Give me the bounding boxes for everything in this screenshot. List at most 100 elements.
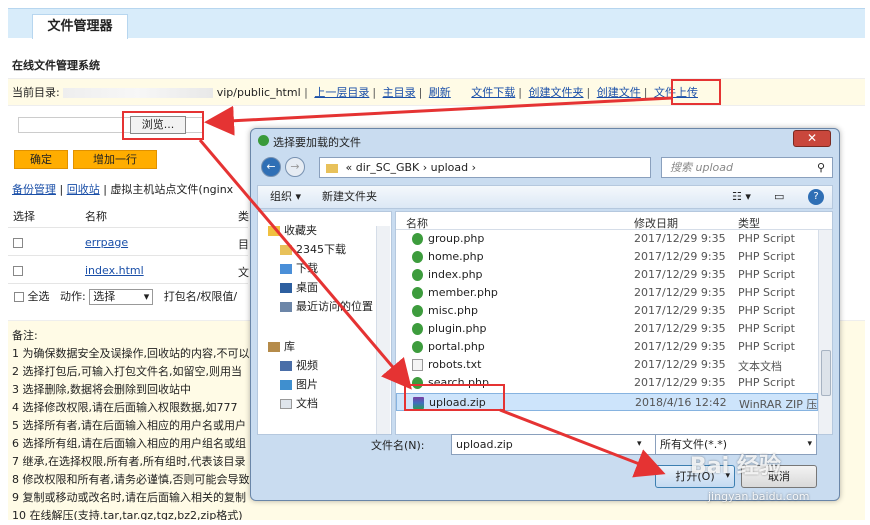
link-parent-dir[interactable]: 上一层目录: [314, 86, 369, 99]
link-create-file[interactable]: 创建文件: [597, 86, 641, 99]
nav-favorites[interactable]: 收藏夹: [268, 222, 317, 238]
nav-libraries[interactable]: 库: [268, 338, 295, 354]
file-list-header: 名称 修改日期 类型: [396, 212, 832, 231]
file-row[interactable]: group.php 2017/12/29 9:35 PHP Script: [396, 230, 818, 248]
php-file-icon: [412, 287, 423, 299]
table-row: index.html 文: [8, 256, 249, 284]
link-create-folder[interactable]: 创建文件夹: [529, 86, 584, 99]
address-bar[interactable]: « dir_SC_GBK › upload ›: [319, 157, 651, 178]
navigation-pane: 收藏夹 2345下载 下载 桌面 最近访问的位置 库 视频 图片 文档: [257, 211, 392, 435]
highlight-upload-link: [671, 79, 721, 105]
file-row[interactable]: misc.php 2017/12/29 9:35 PHP Script: [396, 302, 818, 320]
row-type: 文: [238, 266, 249, 279]
preview-pane-icon[interactable]: ▭: [774, 186, 784, 208]
folder-icon: [280, 264, 292, 274]
star-icon: [268, 226, 280, 236]
search-input[interactable]: 搜索 upload: [661, 157, 833, 178]
col-date[interactable]: 修改日期: [634, 215, 678, 231]
note-line: 10 在线解压(支持.tar,tar.gz,tgz,bz2,zip格式): [12, 509, 243, 520]
dialog-toolbar: 组织 ▾ 新建文件夹 ☷ ▾ ▭ ?: [257, 185, 833, 209]
row-checkbox[interactable]: [13, 238, 23, 248]
folder-icon: [280, 245, 292, 255]
desktop-icon: [280, 283, 292, 293]
file-row[interactable]: plugin.php 2017/12/29 9:35 PHP Script: [396, 320, 818, 338]
organize-button[interactable]: 组织 ▾: [270, 190, 301, 203]
php-file-icon: [412, 233, 423, 245]
file-open-dialog: 选择要加载的文件 ✕ ← → « dir_SC_GBK › upload › 搜…: [250, 128, 840, 501]
blurred-path: [63, 88, 214, 98]
nav-downloads[interactable]: 下载: [280, 260, 318, 276]
link-file-download[interactable]: 文件下载: [471, 86, 515, 99]
file-table: 选择 名称 类 errpage 目 index.html 文: [8, 200, 249, 284]
php-file-icon: [412, 269, 423, 281]
section-title: 在线文件管理系统: [12, 59, 100, 72]
search-icon: ⚲: [817, 161, 826, 174]
back-arrow-icon[interactable]: ←: [261, 157, 281, 177]
row-name-link[interactable]: index.html: [85, 264, 144, 277]
picture-icon: [280, 380, 292, 390]
action-bar: 全选 动作: 选择 ▾ 打包名/权限值/: [14, 288, 237, 305]
col-header-select: 选择: [13, 210, 35, 223]
file-list-scrollbar[interactable]: [818, 230, 832, 434]
recent-icon: [280, 302, 292, 312]
link-refresh[interactable]: 刷新: [429, 86, 451, 99]
row-checkbox[interactable]: [13, 266, 23, 276]
nav-videos[interactable]: 视频: [280, 357, 318, 373]
path-segment[interactable]: dir_SC_GBK: [356, 161, 420, 174]
col-type[interactable]: 类型: [738, 215, 760, 231]
php-file-icon: [412, 251, 423, 263]
forward-arrow-icon[interactable]: →: [285, 157, 305, 177]
file-row[interactable]: index.php 2017/12/29 9:35 PHP Script: [396, 266, 818, 284]
nav-recent[interactable]: 最近访问的位置: [280, 298, 373, 314]
new-folder-button[interactable]: 新建文件夹: [322, 190, 377, 203]
current-directory-label: 当前目录:: [12, 86, 60, 99]
filename-dropdown-icon[interactable]: ▾: [637, 439, 642, 449]
row-name-link[interactable]: errpage: [85, 236, 128, 249]
nav-2345-download[interactable]: 2345下载: [280, 241, 346, 257]
nav-desktop[interactable]: 桌面: [280, 279, 318, 295]
link-recycle-bin[interactable]: 回收站: [67, 183, 100, 196]
current-directory-bar: 当前目录: vip/public_html | 上一层目录 | 主目录 | 刷新 文…: [8, 78, 865, 106]
header-tab[interactable]: 文件管理器: [32, 14, 128, 39]
file-row[interactable]: robots.txt 2017/12/29 9:35 文本文档: [396, 356, 818, 374]
highlight-upload-zip: [404, 384, 505, 411]
select-all-checkbox[interactable]: [14, 292, 24, 302]
nav-bar: ← → « dir_SC_GBK › upload › 搜索 upload ⚲: [257, 155, 833, 181]
confirm-button[interactable]: 确定: [14, 150, 68, 169]
php-file-icon: [412, 341, 423, 353]
php-file-icon: [412, 323, 423, 335]
close-button[interactable]: ✕: [793, 130, 831, 147]
help-icon[interactable]: ?: [808, 189, 824, 205]
dialog-title: 选择要加载的文件: [273, 136, 361, 149]
folder-icon: [326, 163, 338, 173]
browser-icon: [258, 135, 269, 146]
col-header-type: 类: [238, 210, 249, 223]
highlight-browse: [122, 111, 204, 140]
file-row[interactable]: member.php 2017/12/29 9:35 PHP Script: [396, 284, 818, 302]
link-backup[interactable]: 备份管理: [12, 183, 56, 196]
table-row: errpage 目: [8, 228, 249, 256]
watermark-logo: Bai 经验: [690, 454, 781, 479]
action-select[interactable]: 选择 ▾: [89, 289, 154, 305]
document-icon: [280, 399, 292, 409]
nav-documents[interactable]: 文档: [280, 395, 318, 411]
table-header-row: 选择 名称 类: [8, 200, 249, 228]
video-icon: [280, 361, 292, 371]
pack-label: 打包名/权限值/: [163, 290, 238, 303]
scroll-thumb[interactable]: [821, 350, 831, 396]
row-type: 目: [238, 238, 249, 251]
select-all-label: 全选: [27, 290, 50, 303]
filename-label: 文件名(N):: [371, 439, 425, 452]
nav-pictures[interactable]: 图片: [280, 376, 318, 392]
col-name[interactable]: 名称: [406, 215, 428, 231]
view-icon[interactable]: ☷ ▾: [732, 186, 751, 208]
add-row-button[interactable]: 增加一行: [73, 150, 157, 169]
file-row[interactable]: home.php 2017/12/29 9:35 PHP Script: [396, 248, 818, 266]
nav-scrollbar[interactable]: [376, 226, 390, 434]
col-header-name: 名称: [85, 210, 107, 223]
path-segment[interactable]: upload: [431, 161, 468, 174]
file-row[interactable]: portal.php 2017/12/29 9:35 PHP Script: [396, 338, 818, 356]
link-home-dir[interactable]: 主目录: [383, 86, 416, 99]
php-file-icon: [412, 305, 423, 317]
header-bar: 文件管理器: [8, 8, 865, 39]
